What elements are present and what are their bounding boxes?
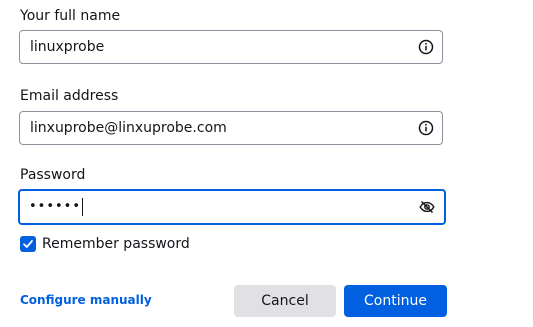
remember-password-label[interactable]: Remember password: [42, 236, 190, 252]
text-caret: [82, 197, 84, 216]
checkmark-icon: [23, 240, 33, 248]
eye-slash-icon[interactable]: [419, 199, 435, 215]
password-value: ••••••: [29, 191, 84, 223]
email-value: linxuprobe@linxuprobe.com: [30, 120, 227, 136]
cancel-button[interactable]: Cancel: [234, 285, 336, 317]
account-setup-form: Your full name linuxprobe Email address …: [0, 0, 533, 327]
email-field[interactable]: linxuprobe@linxuprobe.com: [19, 111, 443, 145]
full-name-value: linuxprobe: [30, 39, 105, 55]
info-icon[interactable]: [418, 39, 434, 55]
password-dots: ••••••: [29, 199, 82, 214]
password-field[interactable]: ••••••: [18, 189, 446, 225]
remember-password-checkbox[interactable]: [20, 236, 36, 252]
full-name-label: Your full name: [20, 8, 121, 24]
full-name-field[interactable]: linuxprobe: [19, 30, 443, 64]
continue-button[interactable]: Continue: [344, 285, 447, 317]
remember-password-row[interactable]: Remember password: [20, 235, 190, 253]
password-label: Password: [20, 167, 86, 183]
info-icon[interactable]: [418, 120, 434, 136]
configure-manually-link[interactable]: Configure manually: [20, 293, 152, 307]
email-label: Email address: [20, 88, 119, 104]
